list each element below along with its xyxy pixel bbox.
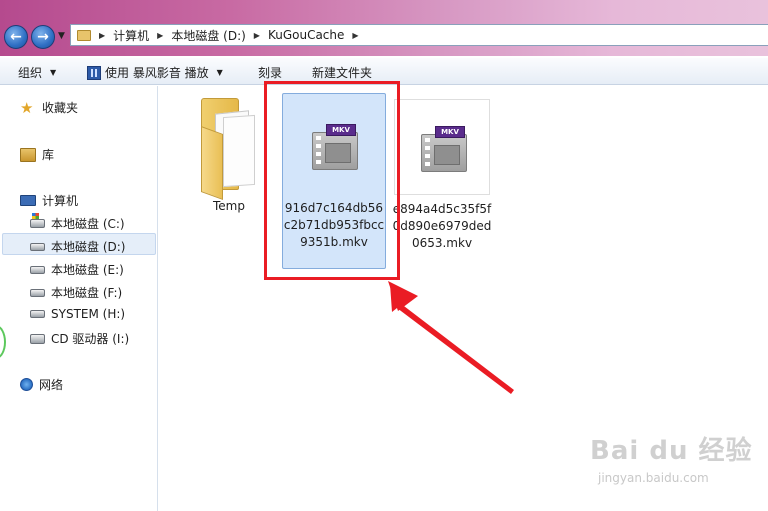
sidebar-item-network[interactable]: 网络: [20, 376, 63, 393]
computer-icon: [20, 195, 36, 206]
sidebar-item-cd-drive[interactable]: CD 驱动器 (I:): [30, 330, 129, 347]
sidebar-item-computer[interactable]: 计算机: [20, 192, 78, 209]
sidebar-item-label: 收藏夹: [42, 101, 79, 115]
window-titlebar: ← → ▼ ▶ 计算机 ▶ 本地磁盘 (D:) ▶ KuGouCache ▶: [0, 0, 768, 56]
new-folder-button[interactable]: 新建文件夹: [312, 64, 372, 81]
navigation-pane: ★ 收藏夹 库 计算机 本地磁盘 (C:) 本地磁盘 (D:) 本地磁盘 (E:…: [0, 86, 158, 511]
play-with-button[interactable]: 使用 暴风影音 播放 ▼: [87, 64, 223, 81]
chevron-right-icon[interactable]: ▶: [254, 31, 260, 40]
chevron-down-icon: ▼: [50, 68, 57, 77]
hard-drive-icon: [30, 288, 45, 297]
sidebar-item-label: 本地磁盘 (F:): [51, 286, 123, 300]
thumbnail-frame: MKV: [394, 99, 490, 195]
folder-icon: [197, 96, 261, 201]
address-bar[interactable]: ▶ 计算机 ▶ 本地磁盘 (D:) ▶ KuGouCache ▶: [70, 24, 768, 46]
sidebar-item-drive-c[interactable]: 本地磁盘 (C:): [30, 213, 125, 232]
sidebar-item-libraries[interactable]: 库: [20, 146, 54, 163]
sidebar-item-label: 网络: [39, 378, 64, 392]
breadcrumb-kugoucache[interactable]: KuGouCache: [268, 28, 344, 42]
video-file-icon: MKV: [421, 126, 467, 172]
baidu-watermark: Bai du 经验 jingyan.baidu.com: [590, 430, 760, 500]
windows-drive-icon: [30, 213, 45, 228]
sidebar-item-drive-f[interactable]: 本地磁盘 (F:): [30, 284, 122, 301]
organize-label: 组织: [18, 66, 43, 80]
media-player-icon: [87, 65, 101, 80]
hard-drive-icon: [30, 242, 45, 251]
forward-arrow-icon: →: [37, 29, 49, 45]
file-item-mkv[interactable]: MKV e894a4d5c35f5f0d890e6979ded0653.mkv: [390, 95, 494, 252]
play-with-label: 使用 暴风影音 播放: [105, 66, 209, 80]
chevron-down-icon: ▼: [216, 68, 223, 77]
annotation-highlight-box: [264, 81, 400, 280]
folder-icon: [77, 29, 91, 41]
sidebar-item-label: 本地磁盘 (D:): [51, 240, 126, 254]
watermark-logo: Bai du 经验: [590, 436, 753, 466]
sidebar-item-drive-h[interactable]: SYSTEM (H:): [30, 307, 125, 321]
burn-label: 刻录: [258, 66, 283, 80]
breadcrumb-drive-d[interactable]: 本地磁盘 (D:): [171, 27, 245, 44]
star-icon: ★: [20, 98, 34, 117]
sidebar-item-drive-d[interactable]: 本地磁盘 (D:): [30, 238, 125, 255]
chevron-right-icon[interactable]: ▶: [352, 31, 358, 40]
breadcrumb-computer[interactable]: 计算机: [113, 27, 149, 44]
hard-drive-icon: [30, 265, 45, 274]
back-button[interactable]: ←: [4, 25, 28, 49]
watermark-url: jingyan.baidu.com: [598, 471, 709, 485]
sidebar-item-drive-e[interactable]: 本地磁盘 (E:): [30, 261, 124, 278]
forward-button[interactable]: →: [31, 25, 55, 49]
library-icon: [20, 147, 36, 162]
sidebar-item-label: 本地磁盘 (E:): [51, 263, 124, 277]
recent-pages-dropdown[interactable]: ▼: [58, 31, 65, 41]
hard-drive-icon: [30, 310, 45, 318]
mkv-badge: MKV: [435, 126, 465, 138]
chevron-right-icon[interactable]: ▶: [99, 31, 105, 40]
sidebar-item-label: 本地磁盘 (C:): [51, 217, 125, 231]
sidebar-item-favorites[interactable]: ★ 收藏夹: [20, 99, 78, 116]
new-folder-label: 新建文件夹: [312, 66, 373, 80]
chevron-right-icon[interactable]: ▶: [157, 31, 163, 40]
sidebar-item-label: 库: [42, 148, 55, 162]
network-icon: [20, 378, 33, 391]
sidebar-item-label: 计算机: [42, 194, 79, 208]
cd-drive-icon: [30, 333, 45, 344]
back-arrow-icon: ←: [10, 29, 22, 45]
sidebar-item-label: CD 驱动器 (I:): [51, 332, 130, 346]
sidebar-item-label: SYSTEM (H:): [51, 307, 126, 321]
organize-button[interactable]: 组织 ▼: [18, 64, 56, 81]
file-name: e894a4d5c35f5f0d890e6979ded0653.mkv: [392, 202, 492, 250]
burn-button[interactable]: 刻录: [258, 64, 282, 81]
